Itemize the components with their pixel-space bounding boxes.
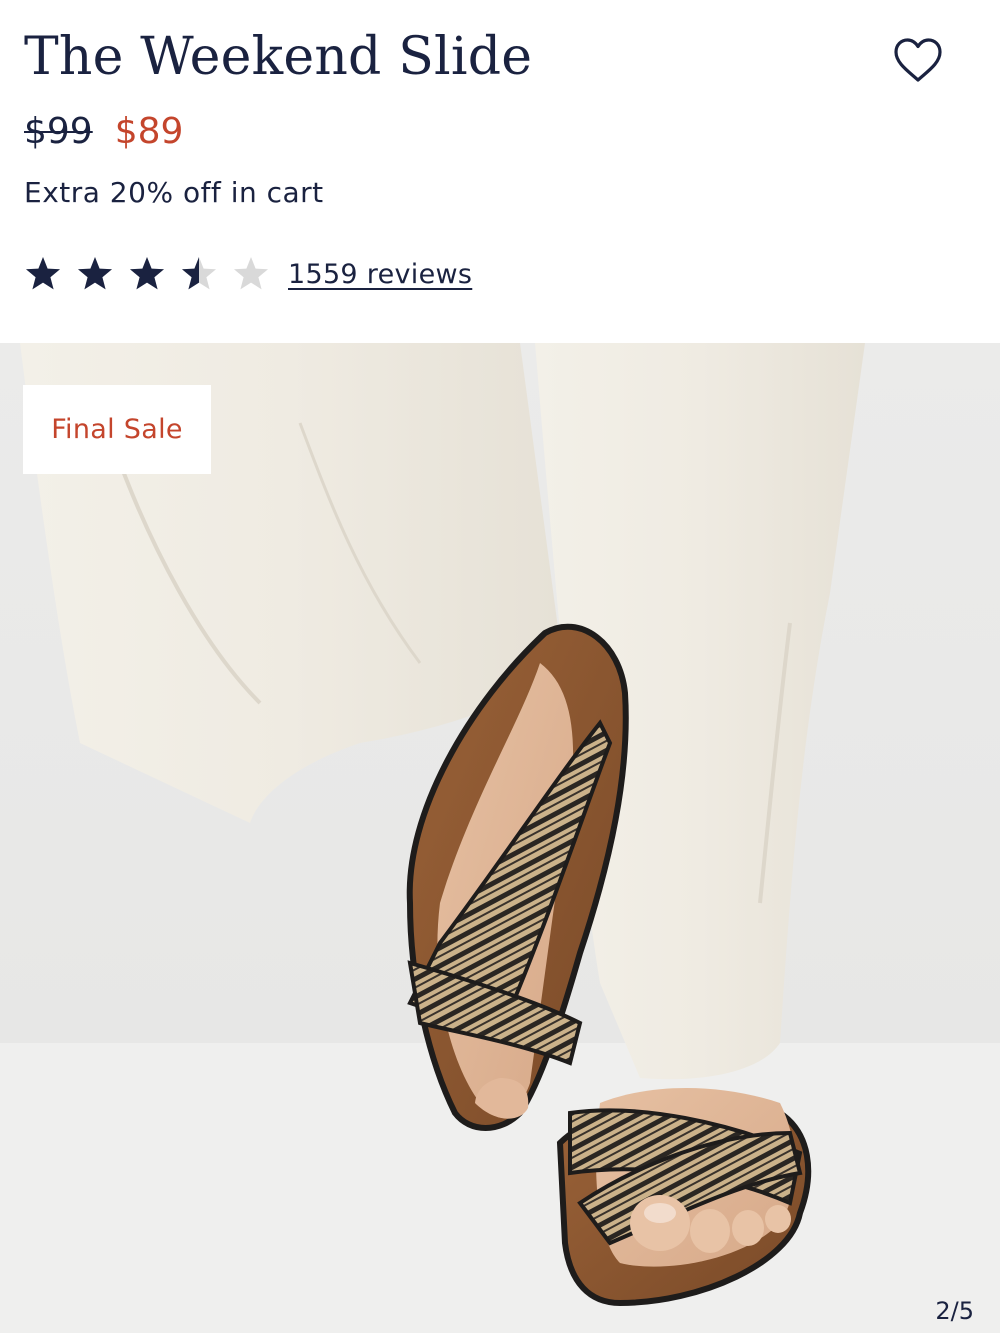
final-sale-badge: Final Sale	[23, 385, 211, 474]
price-row: $99 $89	[24, 106, 183, 156]
promo-text: Extra 20% off in cart	[24, 176, 324, 209]
image-counter: 2/5	[935, 1297, 974, 1325]
star-icon	[26, 257, 60, 290]
star-icon	[130, 257, 164, 290]
star-icon	[78, 257, 112, 290]
star-icon	[182, 257, 216, 290]
original-price: $99	[24, 110, 93, 152]
star-rating	[24, 255, 284, 293]
product-image[interactable]: Final Sale 2/5	[0, 343, 1000, 1333]
product-title: The Weekend Slide	[24, 27, 533, 87]
reviews-link[interactable]: 1559 reviews	[288, 259, 472, 290]
sale-price: $89	[114, 110, 184, 152]
product-photo	[0, 343, 1000, 1333]
product-page: The Weekend Slide $99 $89 Extra 20% off …	[0, 0, 1000, 1333]
rating-row: 1559 reviews	[24, 252, 472, 296]
star-icon	[234, 257, 268, 290]
heart-icon	[894, 38, 942, 82]
wishlist-button[interactable]	[890, 33, 946, 89]
